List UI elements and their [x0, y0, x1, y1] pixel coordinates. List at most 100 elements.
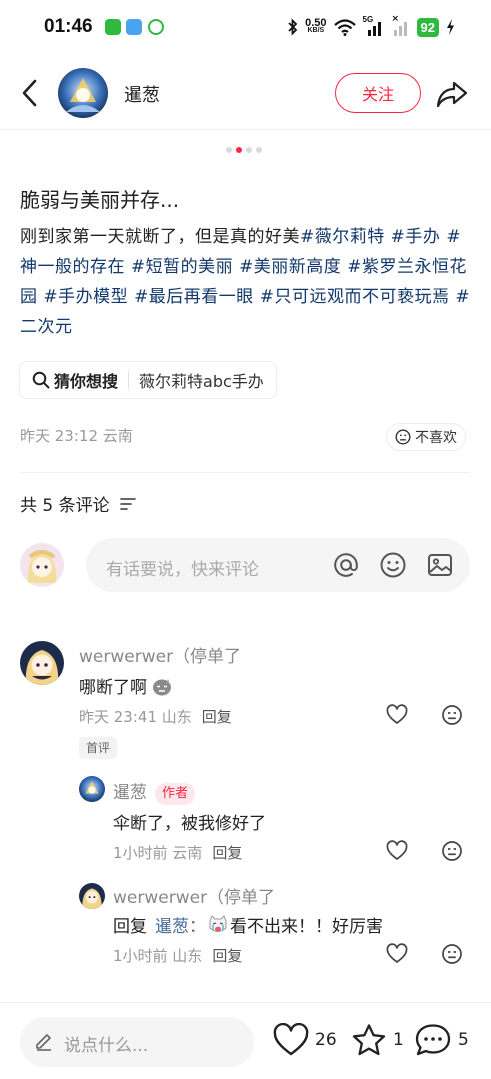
search-icon: [32, 371, 50, 389]
crying-cat-emoji-icon: [209, 914, 227, 932]
comment-date-location: 1小时前 云南: [113, 844, 203, 862]
mention-at-icon[interactable]: [332, 551, 360, 579]
author-name[interactable]: 暹葱: [124, 81, 160, 107]
reply-button[interactable]: 回复: [212, 844, 242, 862]
carousel-dot-active: [236, 147, 242, 153]
comment-text-content: 哪断了啊: [79, 678, 147, 698]
weather-notification-icon: [126, 19, 142, 35]
post-date-location: 昨天 23:12 云南: [20, 427, 133, 445]
wifi-icon: [333, 18, 356, 36]
sweat-emoji-icon: [153, 678, 171, 695]
post-body-text: 刚到家第一天就断了，但是真的好美: [20, 227, 300, 247]
comment-date-location: 昨天 23:41 山东: [79, 708, 192, 726]
sync-notification-icon: [148, 19, 164, 35]
post-title: 脆弱与美丽并存...: [20, 188, 180, 212]
comment-text: 哪断了啊: [79, 673, 173, 698]
network-type-label: 5G: [362, 15, 374, 24]
guess-divider: [128, 371, 130, 389]
pencil-icon: [36, 1034, 51, 1051]
carousel-dot: [226, 147, 232, 153]
network-speed: 0.50 KB/S: [305, 18, 326, 35]
comment-count-label: 共 5 条评论: [20, 496, 110, 516]
comment-input[interactable]: 有话要说，快来评论: [86, 538, 470, 592]
carousel-dot: [246, 147, 252, 153]
commenter-avatar[interactable]: [20, 641, 64, 685]
comment-author-name[interactable]: werwerwer（停单了: [113, 883, 275, 908]
carousel-dot: [256, 147, 262, 153]
hashtag-link[interactable]: #手办: [391, 227, 441, 247]
first-comment-badge: 首评: [79, 737, 118, 759]
dislike-button[interactable]: 不喜欢: [386, 423, 466, 451]
author-avatar[interactable]: [58, 68, 108, 118]
note-header: 暹葱 关注: [0, 56, 491, 130]
current-user-avatar: [20, 543, 64, 587]
secondary-signal-icon: ×: [392, 14, 410, 36]
guess-label: 猜你想搜: [54, 372, 119, 391]
commenter-avatar[interactable]: [79, 776, 105, 802]
comment-meta: 1小时前 云南 回复: [113, 842, 242, 863]
bluetooth-icon: [288, 18, 298, 36]
comment-count-header: 共 5 条评论: [20, 491, 136, 516]
cellular-signal-icon: 5G: [362, 15, 385, 36]
collect-button[interactable]: 1: [351, 1023, 404, 1057]
hashtag-link[interactable]: #薇尔莉特: [300, 227, 385, 247]
share-button[interactable]: [435, 77, 469, 111]
bottom-comment-input[interactable]: 说点什么...: [20, 1017, 254, 1067]
star-icon: [352, 1024, 386, 1056]
comment-button[interactable]: 5: [414, 1023, 469, 1057]
heart-icon[interactable]: [386, 840, 408, 862]
author-badge: 作者: [155, 783, 196, 805]
collect-count: 1: [393, 1030, 404, 1050]
like-button[interactable]: 26: [273, 1023, 337, 1057]
unhappy-face-icon[interactable]: [441, 943, 463, 965]
hashtag-link[interactable]: #最后再看一眼: [134, 287, 254, 307]
comment-meta: 1小时前 山东 回复: [113, 945, 242, 966]
status-icons: 0.50 KB/S 5G × 92: [288, 14, 455, 38]
hashtag-link[interactable]: #手办模型: [43, 287, 128, 307]
status-bar: 01:46 0.50 KB/S 5G × 92: [0, 0, 491, 56]
comment-author-name[interactable]: 暹葱: [113, 783, 147, 803]
comment-text-content: 看不出来！！好厉害: [230, 917, 383, 937]
dislike-label: 不喜欢: [415, 430, 457, 446]
reply-button[interactable]: 回复: [202, 708, 232, 726]
section-divider: [20, 472, 471, 473]
post-body: 刚到家第一天就断了，但是真的好美#薇尔莉特 #手办 #神一般的存在 #短暂的美丽…: [20, 222, 472, 342]
comment-total-count: 5: [458, 1030, 469, 1050]
hashtag-link[interactable]: #美丽新高度: [239, 257, 341, 277]
unhappy-face-icon: [395, 429, 411, 445]
comment-author: 暹葱 作者: [113, 778, 196, 805]
unhappy-face-icon[interactable]: [441, 704, 463, 726]
hashtag-link[interactable]: #短暂的美丽: [131, 257, 233, 277]
guess-query[interactable]: 薇尔莉特abc手办: [139, 368, 264, 392]
network-speed-unit: KB/S: [307, 27, 325, 34]
comment-meta: 昨天 23:41 山东 回复: [79, 706, 232, 727]
chat-bubble-icon: [415, 1024, 451, 1056]
back-button[interactable]: [14, 76, 44, 110]
heart-icon: [273, 1023, 309, 1056]
follow-button[interactable]: 关注: [335, 73, 421, 113]
heart-icon[interactable]: [386, 943, 408, 965]
reply-button[interactable]: 回复: [212, 947, 242, 965]
commenter-avatar[interactable]: [79, 883, 105, 909]
like-count: 26: [315, 1030, 337, 1050]
comment-text: 回复 暹葱： 看不出来！！好厉害: [113, 912, 383, 937]
comment-date-location: 1小时前 山东: [113, 947, 203, 965]
mention-link[interactable]: 暹葱：: [155, 912, 206, 937]
guess-search-box[interactable]: 猜你想搜 薇尔莉特abc手办: [19, 361, 277, 399]
bottom-action-bar: 说点什么... 26 1 5: [0, 1002, 491, 1079]
charging-icon: [447, 19, 454, 35]
comment-author-name[interactable]: werwerwer（停单了: [79, 642, 241, 667]
heart-icon[interactable]: [386, 704, 408, 726]
bottom-input-placeholder: 说点什么...: [64, 1036, 149, 1056]
app-notification-icon: [105, 19, 121, 35]
comment-text: 伞断了，被我修好了: [113, 814, 266, 834]
battery-level: 92: [416, 17, 439, 37]
comment-input-placeholder: 有话要说，快来评论: [106, 560, 259, 580]
share-icon: [436, 81, 468, 108]
hashtag-link[interactable]: #只可远观而不可亵玩焉: [260, 287, 450, 307]
image-icon[interactable]: [426, 551, 454, 579]
sort-icon[interactable]: [119, 497, 136, 511]
unhappy-face-icon[interactable]: [441, 840, 463, 862]
reply-prefix: 回复: [113, 917, 147, 937]
emoji-icon[interactable]: [379, 551, 407, 579]
